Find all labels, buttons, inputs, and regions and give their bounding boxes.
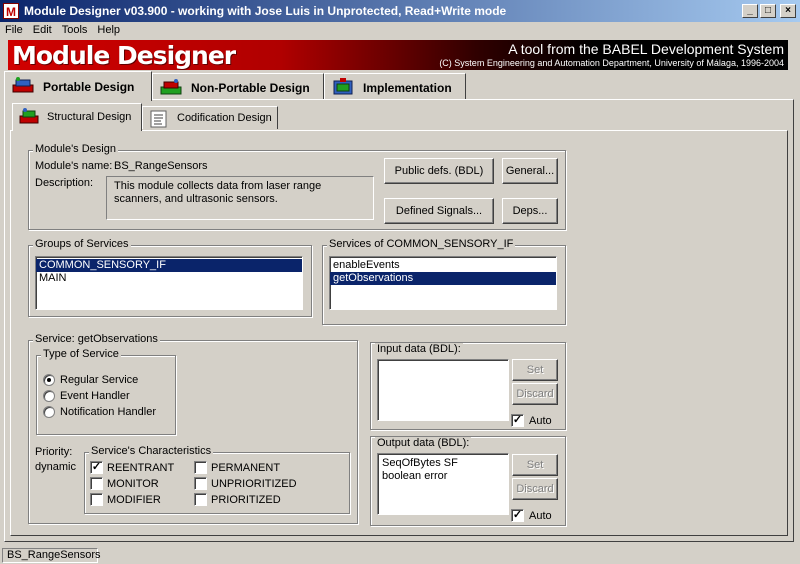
notification-handler-label: Notification Handler — [60, 406, 156, 418]
app-icon[interactable]: M — [3, 3, 19, 19]
groups-of-services-legend: Groups of Services — [33, 238, 131, 250]
event-handler-radio[interactable] — [43, 390, 55, 402]
implementation-icon — [333, 78, 353, 95]
module-design-legend: Module's Design — [33, 143, 118, 155]
input-auto-checkbox[interactable]: ✓ — [511, 414, 524, 427]
reentrant-label: REENTRANT — [107, 462, 175, 474]
unprioritized-label: UNPRIORITIZED — [211, 478, 297, 490]
input-data-legend: Input data (BDL): — [375, 343, 463, 355]
tab-label: Non-Portable Design — [191, 81, 310, 95]
list-item[interactable]: COMMON_SENSORY_IF — [36, 259, 302, 272]
non-portable-design-icon — [160, 79, 182, 95]
menu-tools[interactable]: Tools — [57, 22, 93, 38]
maximize-button[interactable]: □ — [760, 4, 776, 18]
tab-label: Codification Design — [177, 112, 272, 124]
close-button[interactable]: × — [780, 4, 796, 18]
prioritized-label: PRIORITIZED — [211, 494, 281, 506]
priority-value: dynamic — [35, 461, 76, 473]
banner-credits: (C) System Engineering and Automation De… — [439, 58, 784, 68]
tab-label: Portable Design — [43, 80, 135, 94]
tab-portable-design[interactable]: Portable Design — [4, 71, 152, 101]
menu-file[interactable]: File — [0, 22, 28, 38]
output-data-legend: Output data (BDL): — [375, 437, 472, 449]
output-set-button[interactable]: Set — [512, 454, 558, 476]
banner-tagline: A tool from the BABEL Development System — [508, 41, 784, 57]
app-banner: Module Designer A tool from the BABEL De… — [8, 40, 788, 70]
output-data-line: SeqOfBytes SF — [382, 457, 458, 469]
type-of-service-legend: Type of Service — [41, 348, 121, 360]
unprioritized-checkbox[interactable] — [194, 477, 207, 490]
description-label: Description: — [35, 177, 94, 189]
structural-design-icon — [19, 108, 39, 124]
defined-signals-button[interactable]: Defined Signals... — [384, 198, 494, 224]
services-legend: Services of COMMON_SENSORY_IF — [327, 238, 516, 250]
tab-label: Structural Design — [47, 111, 132, 123]
input-discard-button[interactable]: Discard — [512, 383, 558, 405]
status-text: BS_RangeSensors — [2, 548, 101, 563]
list-item[interactable]: getObservations — [330, 272, 556, 285]
reentrant-checkbox[interactable]: ✓ — [90, 461, 103, 474]
output-auto-label: Auto — [529, 510, 552, 522]
permanent-label: PERMANENT — [211, 462, 281, 474]
public-defs-button[interactable]: Public defs. (BDL) — [384, 158, 494, 184]
permanent-checkbox[interactable] — [194, 461, 207, 474]
modifier-label: MODIFIER — [107, 494, 161, 506]
output-discard-button[interactable]: Discard — [512, 478, 558, 500]
output-auto-checkbox[interactable]: ✓ — [511, 509, 524, 522]
deps-button[interactable]: Deps... — [502, 198, 558, 224]
list-item[interactable]: MAIN — [36, 272, 302, 285]
menu-bar: File Edit Tools Help — [0, 22, 800, 40]
groups-list[interactable]: COMMON_SENSORY_IF MAIN — [35, 256, 303, 310]
input-set-button[interactable]: Set — [512, 359, 558, 381]
prioritized-checkbox[interactable] — [194, 493, 207, 506]
services-list[interactable]: enableEvents getObservations — [329, 256, 557, 310]
tab-codification-design[interactable]: Codification Design — [142, 106, 278, 129]
menu-edit[interactable]: Edit — [28, 22, 57, 38]
monitor-checkbox[interactable] — [90, 477, 103, 490]
input-data-field[interactable] — [377, 359, 509, 421]
description-field[interactable]: This module collects data from laser ran… — [106, 176, 374, 220]
status-bar: BS_RangeSensors — [0, 546, 800, 564]
codification-design-icon — [150, 110, 167, 128]
module-name-value: BS_RangeSensors — [114, 160, 208, 172]
portable-design-icon — [12, 77, 34, 93]
monitor-label: MONITOR — [107, 478, 159, 490]
tab-non-portable-design[interactable]: Non-Portable Design — [152, 73, 324, 99]
modifier-checkbox[interactable] — [90, 493, 103, 506]
minimize-button[interactable]: _ — [742, 4, 758, 18]
list-item[interactable]: enableEvents — [330, 259, 556, 272]
service-legend: Service: getObservations — [33, 333, 160, 345]
priority-label: Priority: — [35, 446, 73, 458]
characteristics-legend: Service's Characteristics — [89, 445, 214, 457]
tab-implementation[interactable]: Implementation — [324, 73, 466, 99]
output-data-field[interactable]: SeqOfBytes SF boolean error — [377, 453, 509, 515]
regular-service-radio[interactable] — [43, 374, 55, 386]
output-data-line: boolean error — [382, 470, 448, 482]
menu-help[interactable]: Help — [92, 22, 125, 38]
event-handler-label: Event Handler — [60, 390, 130, 402]
window-title: Module Designer v03.900 - working with J… — [24, 4, 507, 18]
module-name-label: Module's name: — [35, 160, 113, 172]
notification-handler-radio[interactable] — [43, 406, 55, 418]
banner-logo: Module Designer — [12, 41, 236, 70]
regular-service-label: Regular Service — [60, 374, 139, 386]
tab-structural-design[interactable]: Structural Design — [12, 103, 142, 131]
input-auto-label: Auto — [529, 415, 552, 427]
title-bar[interactable]: M Module Designer v03.900 - working with… — [0, 0, 800, 22]
tab-label: Implementation — [363, 81, 452, 95]
general-button[interactable]: General... — [502, 158, 558, 184]
